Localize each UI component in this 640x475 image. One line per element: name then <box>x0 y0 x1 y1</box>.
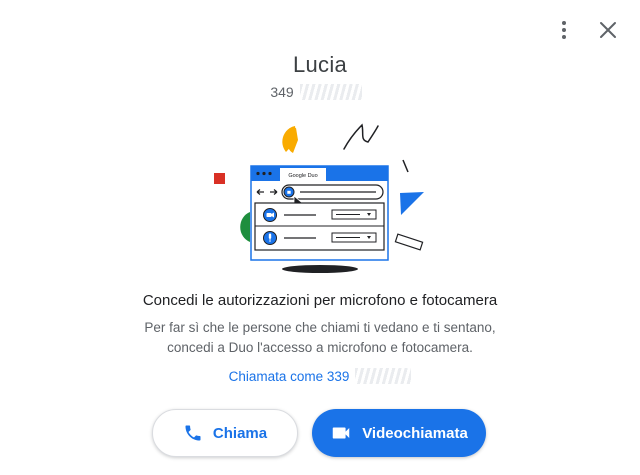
phone-icon <box>185 425 201 441</box>
calling-number-redacted <box>355 368 412 384</box>
video-call-label: Videochiamata <box>362 424 468 442</box>
phone-number-redacted <box>299 84 362 100</box>
browser-tab-label: Google Duo <box>288 173 317 179</box>
calling-as-text: Chiamata come 339 <box>228 368 350 384</box>
voice-call-button[interactable]: Chiama <box>152 409 298 457</box>
permission-headline: Concedi le autorizzazioni per microfono … <box>142 292 498 309</box>
close-icon <box>600 22 616 38</box>
voice-call-label: Chiama <box>212 424 268 442</box>
phone-number-prefix: 349 <box>270 84 294 100</box>
dash-line <box>402 159 409 173</box>
permission-description: Per far sì che le persone che chiami ti … <box>120 318 520 358</box>
description-line-2: concedi a Duo l'accesso a microfono e fo… <box>167 340 473 355</box>
video-call-button[interactable]: Videochiamata <box>312 409 486 457</box>
description-line-1: Per far sì che le persone che chiami ti … <box>144 320 496 335</box>
red-square <box>214 173 225 184</box>
videocam-icon <box>332 427 350 439</box>
permission-illustration: Google Duo <box>214 123 424 273</box>
browser-shadow <box>282 265 358 273</box>
blue-triangle <box>400 192 424 215</box>
close-button[interactable] <box>592 14 624 46</box>
outline-rectangle <box>394 233 424 251</box>
contact-name: Lucia <box>292 52 348 77</box>
contact-phone: 349 <box>0 84 636 100</box>
more-options-button[interactable] <box>548 14 580 46</box>
green-half-circle <box>240 212 250 242</box>
squiggle-line <box>343 123 379 150</box>
calling-as-link[interactable]: Chiamata come 339 <box>0 368 640 384</box>
more-vert-icon <box>562 21 566 39</box>
